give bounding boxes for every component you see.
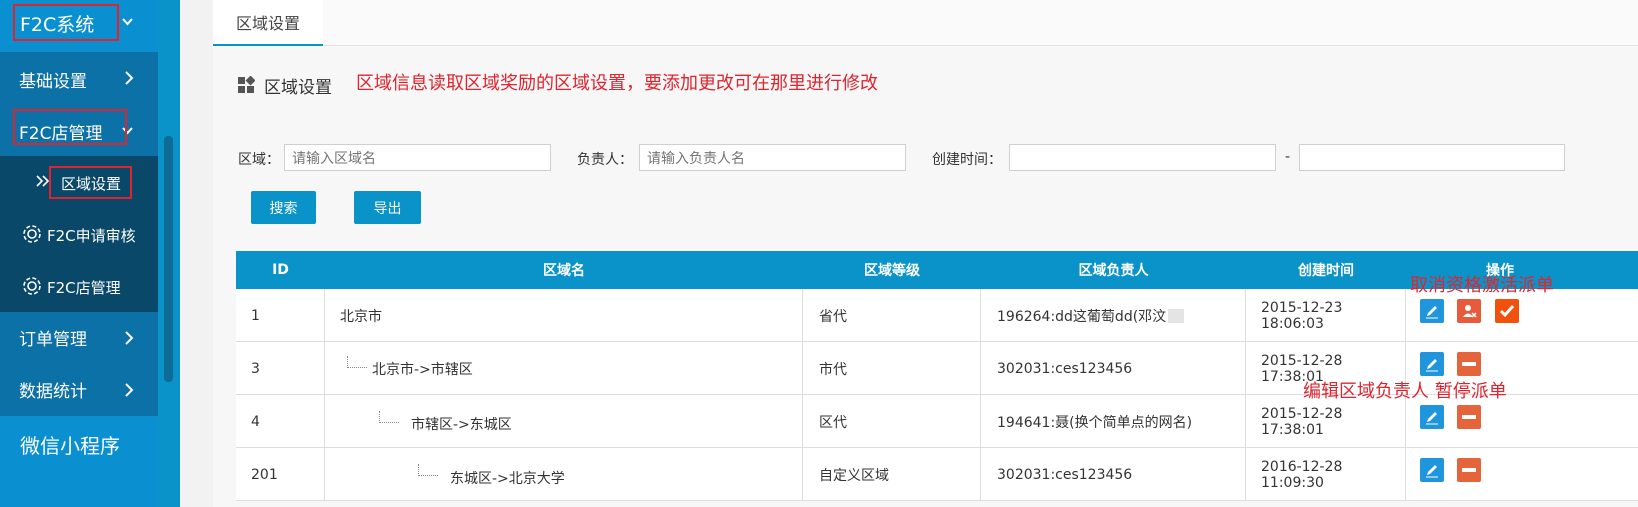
region-label: 区域： <box>238 152 280 168</box>
owner-input[interactable] <box>639 144 906 171</box>
sidebar-item-label: 基础设置 <box>19 72 87 92</box>
created-date: 2015-12-23 <box>1261 299 1343 316</box>
sidebar-item-label: F2C申请审核 <box>47 227 136 245</box>
sidebar-item-data-statistics[interactable]: 数据统计 <box>0 364 158 416</box>
cell-name-text: 市辖区->东城区 <box>411 417 512 433</box>
cell-level: 省代 <box>803 289 981 342</box>
edit-icon[interactable] <box>1420 299 1444 323</box>
created-time: 18:06:03 <box>1261 315 1324 332</box>
sidebar-gap <box>180 0 213 507</box>
chevron-down-icon <box>121 13 134 32</box>
col-header-created: 创建时间 <box>1298 263 1354 279</box>
cell-id: 1 <box>236 289 325 342</box>
cell-name-text: 东城区->北京大学 <box>450 471 565 487</box>
sidebar-item-order-management[interactable]: 订单管理 <box>0 312 158 364</box>
cell-owner-text: 196264:dd这葡萄dd(邓汶 <box>997 308 1167 325</box>
edit-icon[interactable] <box>1420 405 1444 429</box>
cell-name: 市辖区->东城区 <box>325 395 803 448</box>
sidebar-scrollbar-thumb[interactable] <box>164 136 173 382</box>
cell-name: 东城区->北京大学 <box>325 448 803 501</box>
created-time: 11:09:30 <box>1261 474 1324 491</box>
sidebar-item-label: 订单管理 <box>19 330 87 350</box>
table-row: 201 东城区->北京大学 自定义区域 302031:ces123456 201… <box>236 448 1638 501</box>
cancel-user-icon[interactable] <box>1457 299 1481 323</box>
chevron-right-icon <box>124 70 134 89</box>
cell-owner: 302031:ces123456 <box>981 342 1246 395</box>
edit-icon[interactable] <box>1420 352 1444 376</box>
annotation-top: 区域信息读取区域奖励的区域设置，要添加更改可在那里进行修改 <box>356 73 878 94</box>
edit-icon[interactable] <box>1420 458 1444 482</box>
cell-id: 201 <box>236 448 325 501</box>
cell-level: 市代 <box>803 342 981 395</box>
highlight-box-region <box>49 166 132 199</box>
export-button[interactable]: 导出 <box>354 191 421 224</box>
sidebar-item-basic-settings[interactable]: 基础设置 <box>0 52 158 104</box>
created-date: 2015-12-28 <box>1261 405 1343 422</box>
highlight-box-system <box>13 4 119 41</box>
tree-connector <box>379 411 399 423</box>
tree-connector <box>347 356 367 368</box>
cell-owner: 302031:ces123456 <box>981 448 1246 501</box>
cell-id: 3 <box>236 342 325 395</box>
chevron-right-icon <box>124 382 134 401</box>
chevron-right-icon <box>124 330 134 349</box>
created-end-input[interactable] <box>1299 144 1565 171</box>
created-date: 2016-12-28 <box>1261 458 1343 475</box>
sidebar-bottom-filler <box>0 474 158 507</box>
gear-icon <box>21 275 43 301</box>
blurred-text <box>1168 308 1185 323</box>
sidebar-item-label: F2C店管理 <box>47 279 121 297</box>
cell-id: 4 <box>236 395 325 448</box>
cell-ops <box>1406 448 1638 501</box>
tree-connector <box>418 464 438 476</box>
region-input[interactable] <box>284 144 551 171</box>
grid-icon <box>237 75 256 94</box>
owner-label: 负责人： <box>577 152 633 168</box>
annotation-edit: 编辑区域负责人 暂停派单 <box>1303 381 1507 402</box>
range-separator: - <box>1285 149 1291 165</box>
minus-icon[interactable] <box>1457 405 1481 429</box>
created-time-label: 创建时间： <box>932 152 1002 168</box>
minus-icon[interactable] <box>1457 352 1481 376</box>
highlight-box-f2c-shop <box>13 109 127 145</box>
main-content: 区域设置 区域设置 区域信息读取区域奖励的区域设置，要添加更改可在那里进行修改 … <box>213 0 1638 507</box>
sidebar-subitem-f2c-apply-review[interactable]: F2C申请审核 <box>0 208 158 260</box>
created-date: 2015-12-28 <box>1261 352 1343 369</box>
page-title: 区域设置 <box>264 78 332 98</box>
search-button[interactable]: 搜索 <box>251 191 316 224</box>
cell-name: 北京市->市辖区 <box>325 342 803 395</box>
sidebar-item-wechat-miniprogram[interactable]: 微信小程序 <box>0 416 158 474</box>
created-time: 17:38:01 <box>1261 421 1324 438</box>
cell-name: 北京市 <box>325 289 803 342</box>
gear-icon <box>21 223 43 249</box>
minus-icon[interactable] <box>1457 458 1481 482</box>
col-header-owner: 区域负责人 <box>1078 263 1149 279</box>
created-start-input[interactable] <box>1009 144 1276 171</box>
tab-region-settings[interactable]: 区域设置 <box>213 0 323 46</box>
tab-bar: 区域设置 <box>213 0 1638 46</box>
sidebar-item-label: 数据统计 <box>19 382 87 402</box>
col-header-name: 区域名 <box>543 263 585 279</box>
annotation-ops: 取消资格激活派单 <box>1410 275 1554 296</box>
sidebar-subitem-f2c-shop-manage[interactable]: F2C店管理 <box>0 260 158 312</box>
check-icon[interactable] <box>1495 299 1519 323</box>
sidebar-item-label: 微信小程序 <box>20 434 120 458</box>
col-header-id: ID <box>272 262 289 278</box>
cell-owner: 196264:dd这葡萄dd(邓汶 <box>981 289 1246 342</box>
cell-name-text: 北京市->市辖区 <box>372 362 473 378</box>
cell-level: 区代 <box>803 395 981 448</box>
col-header-level: 区域等级 <box>864 263 920 279</box>
cell-created: 2015-12-23 18:06:03 <box>1246 289 1406 342</box>
cell-created: 2016-12-28 11:09:30 <box>1246 448 1406 501</box>
cell-level: 自定义区域 <box>803 448 981 501</box>
cell-owner: 194641:聂(换个简单点的网名) <box>981 395 1246 448</box>
